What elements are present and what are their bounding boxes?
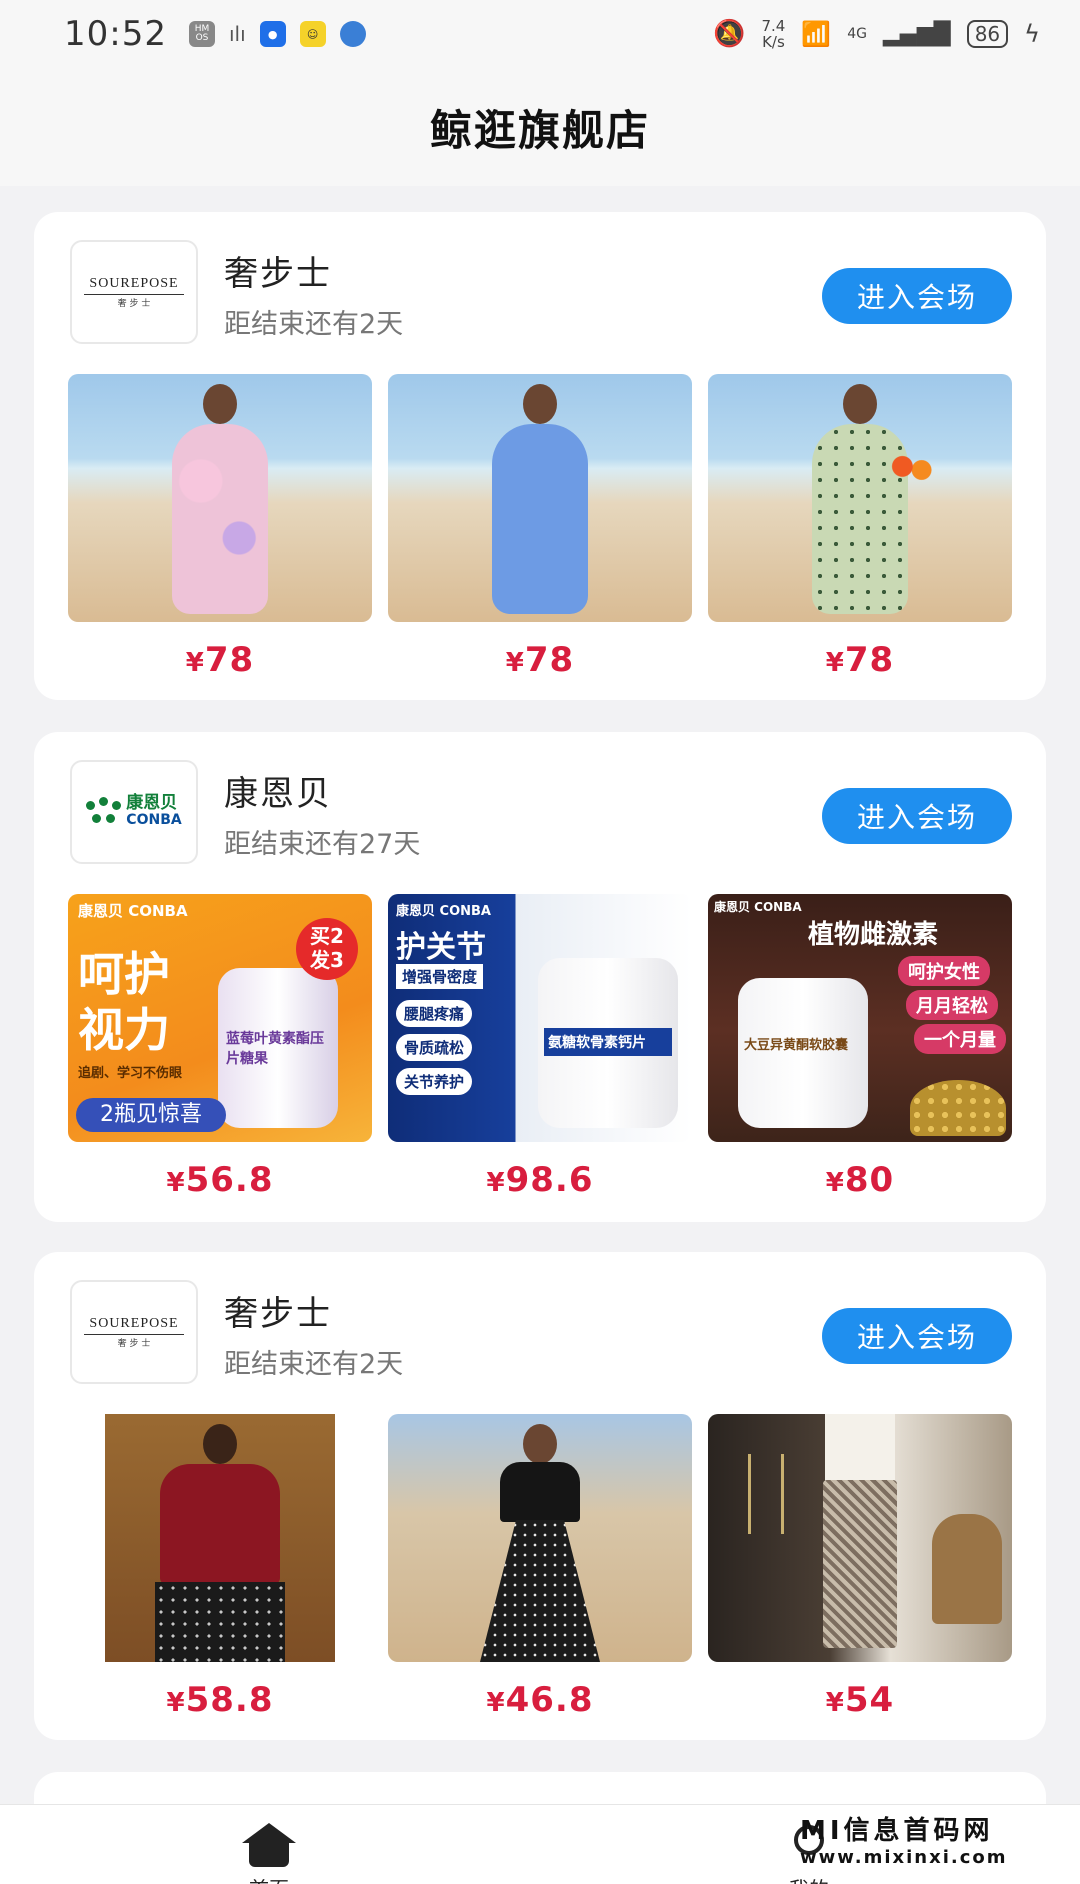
product-price: ¥78 [185, 640, 255, 680]
brand-logo: 康恩贝 CONBA [70, 760, 198, 864]
product-price: ¥54 [825, 1680, 895, 1720]
product-image[interactable] [105, 1414, 335, 1662]
brand-logo: SOUREPOSE 奢 步 士 [70, 240, 198, 344]
product-item[interactable]: ¥46.8 [388, 1414, 692, 1720]
nav-item-home[interactable]: 首页 [242, 1823, 296, 1884]
product-price: ¥98.6 [486, 1160, 594, 1200]
status-system-icons: 🔕 7.4 K/s 📶 4G ▂▄▆█ 86 ϟ [713, 18, 1040, 50]
signal-activity-icon: ılı [228, 22, 246, 46]
product-price: ¥58.8 [166, 1680, 274, 1720]
product-image[interactable]: 康恩贝 CONBA 护关节 增强骨密度 腰腿疼痛 骨质疏松 关节养护 氨糖软骨素… [388, 894, 692, 1142]
product-item[interactable]: ¥54 [708, 1414, 1012, 1720]
conba-logo-icon [86, 797, 122, 827]
brand-name: 奢步士 [224, 1294, 332, 1334]
home-icon [242, 1823, 296, 1867]
watermark: MI信息首码网 www.mixinxi.com [800, 1816, 1008, 1868]
brand-logo: SOUREPOSE 奢 步 士 [70, 1280, 198, 1384]
product-item[interactable]: ¥78 [388, 374, 692, 680]
product-row: ¥58.8 ¥46.8 ¥54 [68, 1414, 1012, 1720]
brand-card: SOUREPOSE 奢 步 士 奢步士 距结束还有2天 进入会场 ¥78 ¥78 [34, 212, 1046, 700]
enter-venue-button[interactable]: 进入会场 [822, 1308, 1012, 1364]
wifi-icon: 📶 [801, 20, 832, 48]
product-price: ¥78 [825, 640, 895, 680]
brand-name: 康恩贝 [224, 774, 332, 814]
product-image[interactable] [388, 374, 692, 622]
brand-card-header: 康恩贝 CONBA 康恩贝 距结束还有27天 进入会场 [70, 760, 1012, 864]
brand-name: 奢步士 [224, 254, 332, 294]
enter-venue-button[interactable]: 进入会场 [822, 268, 1012, 324]
product-item[interactable]: 康恩贝 CONBA 植物雌激素 呵护女性 月月轻松 一个月量 大豆异黄酮软胶囊 … [708, 894, 1012, 1200]
product-price: ¥56.8 [166, 1160, 274, 1200]
enter-venue-button[interactable]: 进入会场 [822, 788, 1012, 844]
product-image[interactable] [708, 374, 1012, 622]
product-price: ¥80 [825, 1160, 895, 1200]
network-type: 4G [847, 26, 868, 42]
hmos-icon: HM OS [188, 21, 215, 47]
brand-card-header: SOUREPOSE 奢 步 士 奢步士 距结束还有2天 进入会场 [70, 1280, 1012, 1384]
net-speed: 7.4 K/s [761, 17, 786, 51]
status-notification-icons: HM OS ılı ● ☺ [188, 21, 366, 47]
countdown-text: 距结束还有2天 [224, 309, 404, 340]
product-image[interactable]: 康恩贝 CONBA 植物雌激素 呵护女性 月月轻松 一个月量 大豆异黄酮软胶囊 [708, 894, 1012, 1142]
status-time: 10:52 [64, 14, 167, 54]
countdown-text: 距结束还有2天 [224, 1349, 404, 1380]
promo-badge: 买2 发3 [296, 918, 358, 980]
armchair [932, 1514, 1002, 1624]
product-bottle: 氨糖软骨素钙片 [538, 958, 678, 1128]
product-bottle: 大豆异黄酮软胶囊 [738, 978, 868, 1128]
brand-card-header: SOUREPOSE 奢 步 士 奢步士 距结束还有2天 进入会场 [70, 240, 1012, 344]
brand-card: 康恩贝 CONBA 康恩贝 距结束还有27天 进入会场 康恩贝 CONBA 呵护… [34, 732, 1046, 1222]
mute-bell-icon: 🔕 [713, 19, 746, 49]
nav-label-mine: 我的 [789, 1873, 829, 1884]
status-bar: 10:52 HM OS ılı ● ☺ 🔕 7.4 K/s 📶 4G ▂▄▆█ … [0, 0, 1080, 68]
promo-strip: 2瓶见惊喜 [76, 1098, 226, 1132]
product-image[interactable] [708, 1414, 1012, 1662]
lightbulb-app-icon: ● [259, 21, 286, 47]
header: 鲸逛旗舰店 [0, 68, 1080, 186]
product-image[interactable]: 康恩贝 CONBA 呵护 视力 追剧、学习不伤眼 蓝莓叶黄素酯压片糖果 买2 发3… [68, 894, 372, 1142]
product-image[interactable] [388, 1414, 692, 1662]
product-row: ¥78 ¥78 ¥78 [68, 374, 1012, 680]
product-row: 康恩贝 CONBA 呵护 视力 追剧、学习不伤眼 蓝莓叶黄素酯压片糖果 买2 发3… [68, 894, 1012, 1200]
product-item[interactable]: ¥58.8 [68, 1414, 372, 1720]
product-image[interactable] [68, 374, 372, 622]
product-item[interactable]: 康恩贝 CONBA 呵护 视力 追剧、学习不伤眼 蓝莓叶黄素酯压片糖果 买2 发3… [68, 894, 372, 1200]
product-item[interactable]: 康恩贝 CONBA 护关节 增强骨密度 腰腿疼痛 骨质疏松 关节养护 氨糖软骨素… [388, 894, 692, 1200]
product-price: ¥78 [505, 640, 575, 680]
product-bottle: 蓝莓叶黄素酯压片糖果 [218, 968, 338, 1128]
product-item[interactable]: ¥78 [68, 374, 372, 680]
page-title: 鲸逛旗舰店 [429, 105, 650, 155]
soybeans [910, 1080, 1006, 1136]
brand-card: SOUREPOSE 奢 步 士 奢步士 距结束还有2天 进入会场 ¥58.8 ¥… [34, 1252, 1046, 1740]
emoji-app-icon: ☺ [299, 21, 326, 47]
candelabra [748, 1454, 784, 1534]
orange-flowers [888, 452, 936, 488]
nav-label-home: 首页 [249, 1873, 289, 1884]
product-item[interactable]: ¥78 [708, 374, 1012, 680]
battery-level: 86 [966, 20, 1009, 48]
cell-signal-icon: ▂▄▆█ [883, 21, 951, 47]
ball-app-icon [339, 21, 366, 47]
product-price: ¥46.8 [486, 1680, 594, 1720]
countdown-text: 距结束还有27天 [224, 829, 421, 860]
charging-icon: ϟ [1024, 20, 1040, 48]
